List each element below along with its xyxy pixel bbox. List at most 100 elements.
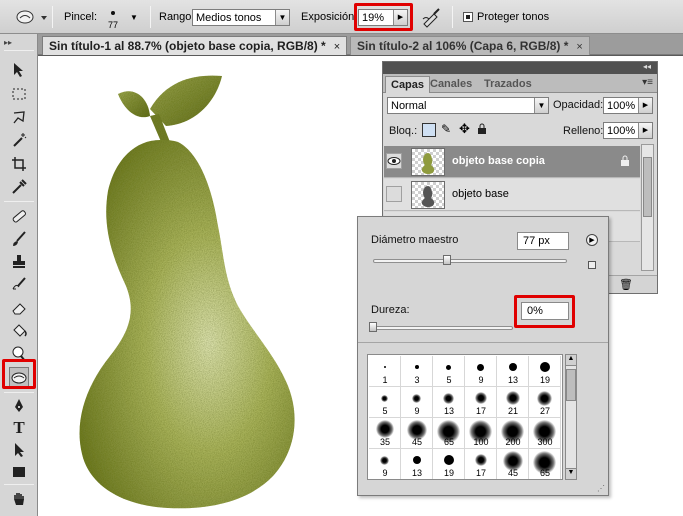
brush-preset[interactable]: 200 bbox=[497, 418, 529, 449]
opacity-input[interactable]: 100% ▶ bbox=[603, 97, 653, 114]
brush-size-label: 9 bbox=[478, 375, 484, 385]
protect-tones-checkbox[interactable]: Proteger tonos bbox=[463, 0, 549, 34]
brush-size-label: 100 bbox=[473, 437, 489, 447]
scroll-thumb[interactable] bbox=[566, 369, 576, 401]
history-brush-tool-icon[interactable] bbox=[9, 275, 29, 295]
brush-preset[interactable]: 17 bbox=[465, 449, 497, 479]
brush-preset[interactable]: 35 bbox=[369, 418, 401, 449]
visibility-toggle[interactable] bbox=[386, 186, 402, 202]
brush-size-label: 19 bbox=[539, 375, 550, 385]
healing-brush-tool-icon[interactable] bbox=[9, 206, 29, 226]
tab-channels[interactable]: Canales bbox=[425, 76, 477, 93]
lock-position-icon[interactable]: ✥ bbox=[459, 121, 470, 137]
brush-preset[interactable]: 13 bbox=[401, 449, 433, 479]
checkbox-icon bbox=[463, 12, 473, 22]
brush-preset[interactable]: 3 bbox=[401, 356, 433, 387]
magic-wand-tool-icon[interactable] bbox=[9, 130, 29, 150]
brush-preset[interactable]: 13 bbox=[497, 356, 529, 387]
brush-preset[interactable]: 5 bbox=[369, 387, 401, 418]
brush-size-label: 5 bbox=[446, 375, 452, 385]
close-icon[interactable]: × bbox=[334, 41, 340, 53]
path-selection-tool-icon[interactable] bbox=[9, 440, 29, 460]
diameter-slider-thumb[interactable] bbox=[443, 255, 451, 265]
brush-grid-scrollbar[interactable]: ▲ ▼ bbox=[565, 354, 577, 480]
brush-preset[interactable]: 27 bbox=[529, 387, 561, 418]
pen-tool-icon[interactable] bbox=[9, 396, 29, 416]
brush-size-value: 77 bbox=[107, 20, 118, 30]
layer-row-objeto-base[interactable]: objeto base bbox=[384, 179, 640, 211]
brush-preset[interactable]: 9 bbox=[401, 387, 433, 418]
scroll-down-icon[interactable]: ▼ bbox=[566, 468, 576, 479]
master-diameter-input[interactable]: 77 px bbox=[517, 232, 569, 250]
opacity-label: Opacidad: bbox=[553, 99, 604, 111]
blend-mode-value: Normal bbox=[391, 99, 427, 112]
layers-scrollbar[interactable] bbox=[641, 144, 654, 271]
hardness-slider[interactable] bbox=[373, 326, 513, 330]
brush-preset[interactable]: 19 bbox=[529, 356, 561, 387]
diameter-slider[interactable] bbox=[373, 259, 567, 263]
brush-preset[interactable]: 45 bbox=[401, 418, 433, 449]
brush-preset[interactable]: 1 bbox=[369, 356, 401, 387]
document-tab-1[interactable]: Sin título-1 al 88.7% (objeto base copia… bbox=[42, 36, 348, 55]
close-icon[interactable]: × bbox=[576, 41, 582, 53]
brush-preset[interactable]: 100 bbox=[465, 418, 497, 449]
brush-size-label: 21 bbox=[507, 406, 518, 416]
brush-preset[interactable]: 9 bbox=[369, 449, 401, 479]
tab-paths[interactable]: Trazados bbox=[479, 76, 537, 93]
brush-preset[interactable]: 300 bbox=[529, 418, 561, 449]
brush-picker-button[interactable]: 77 ▼ bbox=[100, 0, 138, 34]
eyedropper-tool-icon[interactable] bbox=[9, 177, 29, 197]
layer-row-objeto-base-copia[interactable]: objeto base copia bbox=[384, 146, 640, 178]
layer-name: objeto base bbox=[452, 188, 509, 200]
layer-name: objeto base copia bbox=[452, 155, 545, 167]
brush-tip-icon bbox=[381, 394, 388, 402]
brush-tool-icon[interactable] bbox=[9, 229, 29, 249]
brush-preset[interactable]: 9 bbox=[465, 356, 497, 387]
document-tab-2[interactable]: Sin título-2 al 106% (Capa 6, RGB/8) * × bbox=[350, 36, 590, 55]
flyout-menu-icon[interactable]: ▶ bbox=[586, 234, 598, 246]
collapse-icon[interactable]: ▸▸ bbox=[4, 38, 12, 47]
visibility-toggle[interactable] bbox=[386, 153, 402, 169]
brush-preset[interactable]: 5 bbox=[433, 356, 465, 387]
reset-size-icon[interactable] bbox=[588, 261, 596, 269]
brush-preset[interactable]: 45 bbox=[497, 449, 529, 479]
marquee-tool-icon[interactable] bbox=[9, 84, 29, 104]
rectangle-tool-icon[interactable] bbox=[9, 462, 29, 482]
lock-all-icon[interactable] bbox=[477, 123, 487, 134]
fill-input[interactable]: 100% ▶ bbox=[603, 122, 653, 139]
brush-preset[interactable]: 65 bbox=[529, 449, 561, 479]
brush-size-label: 300 bbox=[537, 437, 553, 447]
brush-size-label: 9 bbox=[382, 468, 388, 478]
brush-preset[interactable]: 13 bbox=[433, 387, 465, 418]
brush-tip-icon bbox=[537, 390, 552, 406]
tool-preset-picker[interactable] bbox=[12, 0, 48, 34]
collapse-panel-icon[interactable]: ◂◂ bbox=[643, 62, 651, 71]
brush-preset[interactable]: 19 bbox=[433, 449, 465, 479]
crop-tool-icon[interactable] bbox=[9, 154, 29, 174]
airbrush-button[interactable] bbox=[420, 0, 444, 34]
tab-layers[interactable]: Capas bbox=[385, 76, 431, 93]
brush-tip-icon bbox=[474, 392, 487, 404]
paint-bucket-tool-icon[interactable] bbox=[9, 321, 29, 341]
move-tool-icon[interactable] bbox=[9, 60, 29, 80]
brush-preset[interactable]: 65 bbox=[433, 418, 465, 449]
blend-mode-select[interactable]: Normal ▼ bbox=[387, 97, 549, 114]
panel-menu-icon[interactable]: ▾≡ bbox=[642, 77, 653, 88]
type-tool-icon[interactable]: T bbox=[9, 418, 29, 438]
hand-tool-icon[interactable] bbox=[9, 489, 29, 509]
lock-pixels-icon[interactable]: ✎ bbox=[441, 122, 451, 136]
resize-grip-icon[interactable]: ⋰ bbox=[597, 484, 605, 493]
lasso-tool-icon[interactable] bbox=[9, 107, 29, 127]
lock-transparency-icon[interactable] bbox=[422, 123, 436, 137]
brush-preset[interactable]: 21 bbox=[497, 387, 529, 418]
layer-thumbnail bbox=[411, 181, 445, 209]
scroll-up-icon[interactable]: ▲ bbox=[566, 355, 576, 366]
hardness-slider-thumb[interactable] bbox=[369, 322, 377, 332]
trash-icon[interactable]: 🗑 bbox=[619, 278, 633, 291]
range-select[interactable]: Medios tonos ▼ bbox=[192, 9, 290, 26]
eraser-tool-icon[interactable] bbox=[9, 298, 29, 318]
clone-stamp-tool-icon[interactable] bbox=[9, 252, 29, 272]
brush-tip-icon bbox=[443, 455, 454, 465]
brush-preset[interactable]: 17 bbox=[465, 387, 497, 418]
scroll-thumb[interactable] bbox=[643, 157, 652, 217]
